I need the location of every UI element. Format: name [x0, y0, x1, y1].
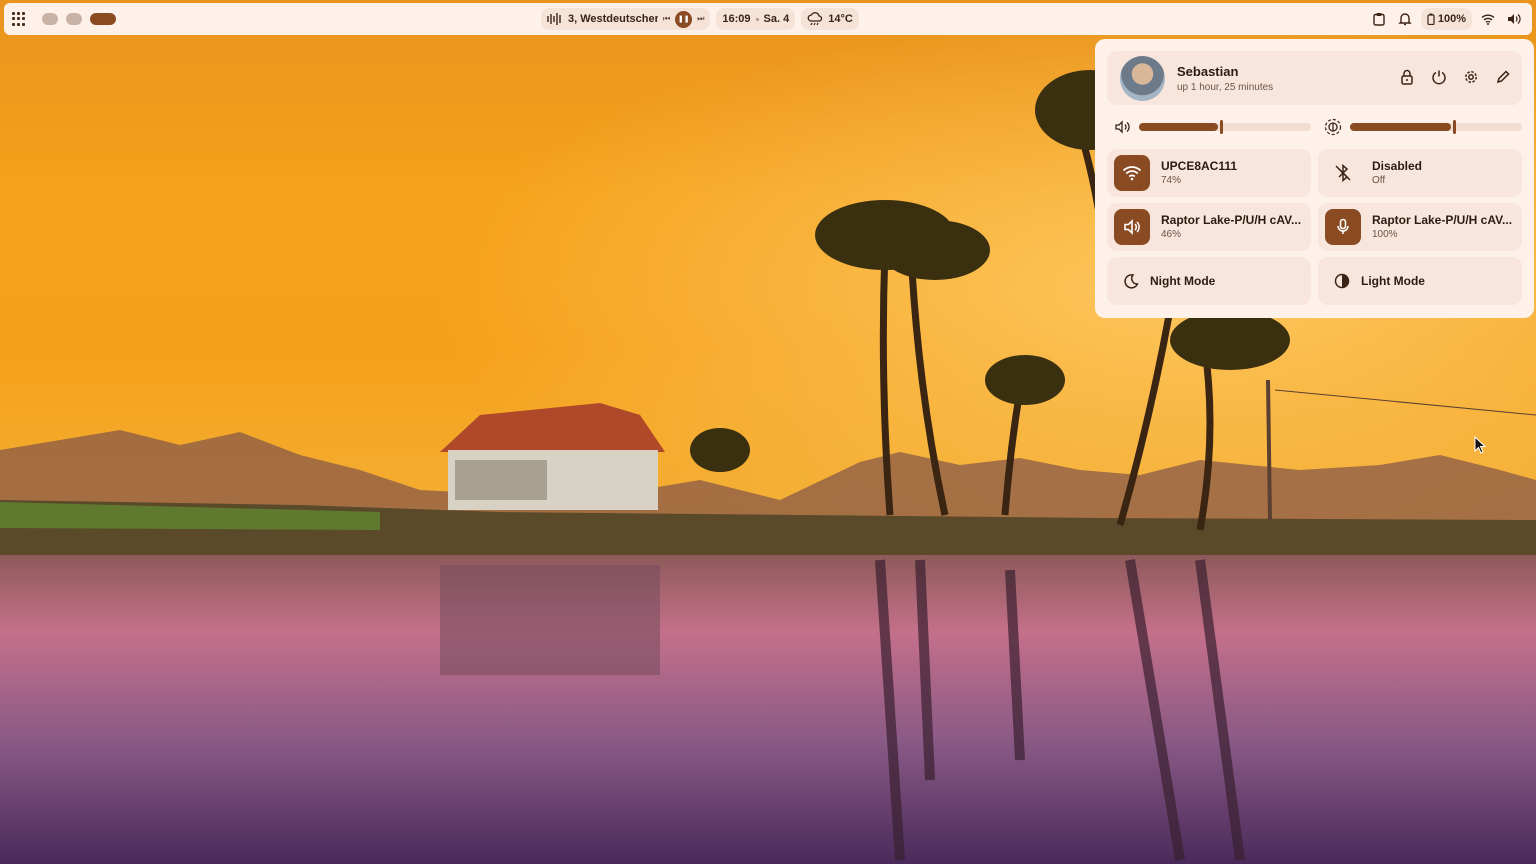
microphone-icon [1325, 209, 1361, 245]
brightness-slider-fill [1350, 123, 1451, 131]
audio-input-tile[interactable]: Raptor Lake-P/U/H cAV... 100% [1318, 203, 1522, 251]
topbar-left [12, 3, 116, 35]
brightness-slider-handle[interactable] [1453, 120, 1456, 134]
workspace-3-active[interactable] [90, 13, 116, 25]
volume-icon [1115, 120, 1130, 134]
contrast-icon [1332, 271, 1352, 291]
wifi-icon [1114, 155, 1150, 191]
apps-grid-icon[interactable] [12, 12, 26, 26]
media-title: 3, Westdeutscher Rur [568, 13, 658, 25]
bluetooth-disabled-icon [1325, 155, 1361, 191]
media-widget[interactable]: 3, Westdeutscher Rur ⏮ ❚❚ ⏭ [541, 8, 711, 30]
battery-level: 100% [1437, 13, 1466, 25]
previous-icon[interactable]: ⏮ [663, 14, 670, 24]
speaker-icon[interactable] [1504, 8, 1524, 30]
volume-slider-row [1115, 119, 1311, 135]
weather-widget[interactable]: 14°C [801, 8, 859, 30]
brightness-slider-row [1324, 118, 1522, 136]
moon-icon [1121, 271, 1141, 291]
audio-output-level: 46% [1161, 229, 1182, 240]
power-icon[interactable] [1428, 66, 1450, 88]
separator-dot [755, 17, 759, 21]
uptime-text: up 1 hour, 25 minutes [1177, 82, 1274, 93]
night-mode-tile[interactable]: Night Mode [1107, 257, 1311, 305]
audio-input-level: 100% [1372, 229, 1398, 240]
clock-date: Sa. 4 [763, 13, 790, 25]
clock-time: 16:09 [722, 13, 751, 25]
wifi-network-name: UPCE8AC111 [1161, 159, 1238, 173]
light-mode-tile[interactable]: Light Mode [1318, 257, 1522, 305]
pencil-icon[interactable] [1492, 66, 1514, 88]
brightness-slider[interactable] [1350, 120, 1522, 134]
next-icon[interactable]: ⏭ [697, 14, 704, 24]
topbar-center: 3, Westdeutscher Rur ⏮ ❚❚ ⏭ 16:09 Sa. 4 … [541, 8, 859, 30]
user-actions [1396, 66, 1514, 88]
clock-widget[interactable]: 16:09 Sa. 4 [716, 8, 796, 30]
weather-temp: 14°C [828, 13, 853, 25]
volume-slider[interactable] [1139, 120, 1311, 134]
clipboard-icon[interactable] [1369, 8, 1389, 30]
wifi-tile[interactable]: UPCE8AC111 74% [1107, 149, 1311, 197]
audio-output-name: Raptor Lake-P/U/H cAV... [1161, 213, 1302, 227]
avatar[interactable] [1120, 56, 1165, 101]
bell-icon[interactable] [1395, 8, 1415, 30]
battery-widget[interactable]: 100% [1420, 8, 1472, 30]
volume-slider-handle[interactable] [1220, 120, 1223, 134]
rain-cloud-icon [807, 12, 823, 26]
bluetooth-status: Disabled [1372, 159, 1423, 173]
bluetooth-tile[interactable]: Disabled Off [1318, 149, 1522, 197]
mouse-cursor-icon [1474, 436, 1487, 454]
speaker-icon [1114, 209, 1150, 245]
gear-icon[interactable] [1460, 66, 1482, 88]
top-bar: 3, Westdeutscher Rur ⏮ ❚❚ ⏭ 16:09 Sa. 4 … [4, 3, 1532, 35]
wifi-strength: 74% [1161, 175, 1182, 186]
battery-icon [1427, 13, 1435, 25]
pause-icon[interactable]: ❚❚ [675, 10, 693, 28]
quick-settings-panel: Sebastian up 1 hour, 25 minutes UPCE8AC1… [1095, 39, 1534, 318]
night-mode-label: Night Mode [1150, 274, 1216, 288]
topbar-right: 100% [1369, 8, 1524, 30]
lock-icon[interactable] [1396, 66, 1418, 88]
bluetooth-substatus: Off [1372, 175, 1386, 186]
light-mode-label: Light Mode [1361, 274, 1425, 288]
audio-output-tile[interactable]: Raptor Lake-P/U/H cAV... 46% [1107, 203, 1311, 251]
user-card: Sebastian up 1 hour, 25 minutes [1107, 51, 1522, 105]
wifi-icon[interactable] [1478, 8, 1498, 30]
audio-wave-icon [547, 13, 561, 25]
audio-input-name: Raptor Lake-P/U/H cAV... [1372, 213, 1513, 227]
workspace-1[interactable] [42, 13, 58, 25]
user-name: Sebastian [1177, 64, 1239, 79]
brightness-icon [1324, 118, 1342, 136]
workspace-2[interactable] [66, 13, 82, 25]
volume-slider-fill [1139, 123, 1218, 131]
